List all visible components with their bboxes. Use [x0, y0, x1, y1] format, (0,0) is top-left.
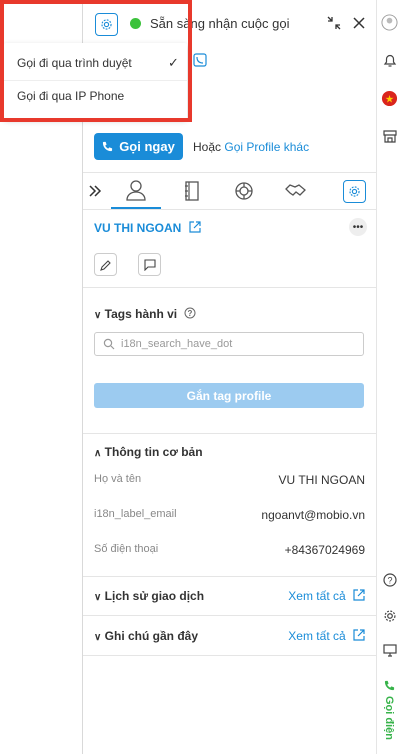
close-button[interactable] — [352, 16, 366, 33]
basic-info-title: Thông tin cơ bản — [104, 445, 203, 459]
info-value: VU THI NGOAN — [278, 473, 365, 487]
divider — [83, 655, 377, 656]
notes-title: Ghi chú gần đây — [104, 629, 199, 643]
info-label: i18n_label_email — [94, 508, 177, 520]
notes-toggle[interactable]: ∨ Ghi chú gần đây — [94, 629, 198, 643]
search-icon — [103, 338, 115, 350]
expand-tabs-button[interactable] — [83, 173, 107, 209]
edit-icon — [99, 259, 111, 271]
notifications-button[interactable] — [379, 50, 400, 71]
handshake-icon — [285, 184, 306, 196]
lifebuoy-icon — [235, 182, 253, 200]
view-all-label: Xem tất cả — [288, 589, 346, 603]
tag-search-input[interactable]: i18n_search_have_dot — [94, 332, 364, 356]
open-profile-icon — [189, 221, 201, 233]
info-label: Họ và tên — [94, 473, 142, 485]
chat-icon — [143, 258, 156, 271]
tab-settings[interactable] — [339, 173, 369, 209]
tab-profile[interactable] — [111, 173, 161, 209]
more-options-button[interactable]: ••• — [349, 218, 367, 236]
tab-support[interactable] — [221, 173, 267, 209]
gear-icon — [383, 609, 396, 622]
user-avatar-icon — [381, 14, 398, 31]
profile-name-link[interactable]: VU THI NGOAN — [94, 221, 201, 235]
screen-button[interactable] — [379, 640, 400, 661]
collapse-icon — [327, 16, 341, 30]
info-value: +84367024969 — [284, 543, 365, 557]
store-button[interactable] — [379, 125, 400, 146]
tab-deals[interactable] — [273, 173, 319, 209]
call-now-button[interactable]: Gọi ngay — [94, 133, 183, 160]
transactions-toggle[interactable]: ∨ Lịch sử giao dịch — [94, 589, 204, 603]
help-button[interactable]: ? — [379, 569, 400, 590]
transactions-view-all-link[interactable]: Xem tất cả — [288, 589, 365, 603]
vietnam-flag-icon: ★ — [381, 90, 398, 107]
tags-section-toggle[interactable]: ∨ Tags hành vi ? — [94, 307, 196, 321]
settings-button[interactable] — [379, 605, 400, 626]
alt-call-row: Hoặc Gọi Profile khác — [193, 140, 309, 154]
tags-title: Tags hành vi — [104, 307, 178, 321]
svg-text:?: ? — [188, 309, 193, 318]
divider — [83, 287, 377, 288]
minimize-button[interactable] — [327, 16, 341, 33]
profile-name: VU THI NGOAN — [94, 221, 182, 235]
user-icon — [126, 180, 146, 201]
divider — [83, 433, 377, 434]
bell-icon — [383, 54, 396, 67]
ellipsis-icon: ••• — [352, 221, 364, 233]
notebook-icon — [185, 181, 199, 201]
language-button[interactable]: ★ — [379, 88, 400, 109]
chevron-up-icon: ∧ — [94, 448, 102, 459]
message-button[interactable] — [138, 253, 161, 276]
transactions-title: Lịch sử giao dịch — [104, 589, 205, 603]
divider — [83, 615, 377, 616]
tab-notes[interactable] — [169, 173, 215, 209]
gear-icon — [348, 185, 360, 197]
avatar-button[interactable] — [379, 12, 400, 33]
divider — [83, 576, 377, 577]
call-tab[interactable]: Gọi điện — [377, 668, 401, 754]
call-now-label: Gọi ngay — [119, 139, 175, 154]
svg-text:?: ? — [387, 575, 392, 585]
add-tag-label: Gắn tag profile — [186, 388, 272, 403]
add-tag-button[interactable]: Gắn tag profile — [94, 383, 364, 408]
close-icon — [353, 17, 365, 29]
chevron-down-icon: ∨ — [94, 310, 102, 321]
phone-icon — [103, 141, 113, 152]
open-link-icon — [353, 589, 365, 601]
search-placeholder: i18n_search_have_dot — [121, 338, 233, 350]
phone-icon — [384, 680, 395, 691]
info-label: Số điện thoại — [94, 543, 159, 555]
phone-card-icon[interactable] — [193, 53, 207, 70]
help-icon: ? — [184, 307, 196, 319]
right-rail: ★ ? Gọi điện — [376, 0, 401, 754]
monitor-icon — [382, 644, 397, 657]
or-label: Hoặc — [193, 140, 222, 154]
call-other-profile-link[interactable]: Gọi Profile khác — [224, 140, 309, 154]
shop-icon — [382, 129, 397, 143]
highlight-annotation-box — [0, 0, 192, 122]
open-link-icon — [353, 629, 365, 641]
help-icon: ? — [382, 572, 397, 587]
call-tab-label: Gọi điện — [383, 696, 395, 740]
view-all-label: Xem tất cả — [288, 629, 346, 643]
profile-tabs — [83, 172, 377, 210]
double-chevron-right-icon — [89, 185, 102, 197]
edit-profile-button[interactable] — [94, 253, 117, 276]
notes-view-all-link[interactable]: Xem tất cả — [288, 629, 365, 643]
chevron-down-icon: ∨ — [94, 592, 102, 603]
chevron-down-icon: ∨ — [94, 632, 102, 643]
svg-text:★: ★ — [385, 93, 394, 105]
info-value: ngoanvt@mobio.vn — [261, 508, 365, 522]
basic-info-toggle[interactable]: ∧ Thông tin cơ bản — [94, 445, 203, 459]
